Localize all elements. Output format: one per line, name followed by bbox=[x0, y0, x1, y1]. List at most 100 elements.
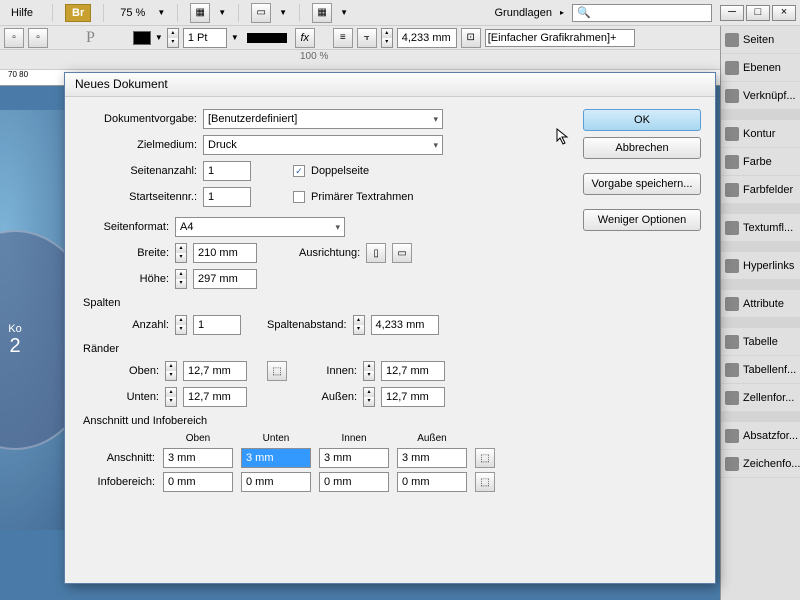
slug-inside-input[interactable]: 0 mm bbox=[319, 472, 389, 492]
label-anschnitt: Anschnitt: bbox=[79, 452, 155, 464]
fewer-options-button[interactable]: Weniger Optionen bbox=[583, 209, 701, 231]
ok-button[interactable]: OK bbox=[583, 109, 701, 131]
label-seiten: Seitenanzahl: bbox=[79, 165, 197, 177]
new-document-dialog: Neues Dokument OK Abbrechen Vorgabe spei… bbox=[64, 72, 716, 584]
measure-input[interactable]: 4,233 mm bbox=[397, 28, 457, 48]
height-input[interactable]: 297 mm bbox=[193, 269, 257, 289]
margin-bottom-input[interactable]: 12,7 mm bbox=[183, 387, 247, 407]
arrange-icon[interactable]: ▦ bbox=[312, 3, 332, 23]
width-spinner[interactable]: ▴▾ bbox=[175, 243, 187, 263]
intent-select[interactable]: Druck bbox=[203, 135, 443, 155]
preset-select[interactable]: [Benutzerdefiniert] bbox=[203, 109, 443, 129]
label-aussen: Außen: bbox=[307, 391, 357, 403]
margin-top-spinner[interactable]: ▴▾ bbox=[165, 361, 177, 381]
textwrap-icon bbox=[725, 221, 739, 235]
pages-icon bbox=[725, 33, 739, 47]
table-icon bbox=[725, 335, 739, 349]
margin-top-input[interactable]: 12,7 mm bbox=[183, 361, 247, 381]
bleed-inside-input[interactable]: 3 mm bbox=[319, 448, 389, 468]
columns-spinner[interactable]: ▴▾ bbox=[175, 315, 187, 335]
margin-inside-input[interactable]: 12,7 mm bbox=[381, 361, 445, 381]
slug-bottom-input[interactable]: 0 mm bbox=[241, 472, 311, 492]
label-spaltenabst: Spaltenabstand: bbox=[267, 319, 347, 331]
bridge-button[interactable]: Br bbox=[65, 4, 91, 22]
fill-swatch[interactable] bbox=[133, 31, 151, 45]
label-doppel: Doppelseite bbox=[311, 165, 369, 177]
cancel-button[interactable]: Abbrechen bbox=[583, 137, 701, 159]
color-icon bbox=[725, 155, 739, 169]
panel-farbfelder[interactable]: Farbfelder bbox=[721, 176, 800, 204]
search-input[interactable]: 🔍 bbox=[572, 4, 712, 22]
bleed-outside-input[interactable]: 3 mm bbox=[397, 448, 467, 468]
facing-checkbox[interactable]: ✓ bbox=[293, 165, 305, 177]
label-unten: Unten: bbox=[79, 391, 159, 403]
fx-icon[interactable]: fx bbox=[295, 28, 315, 48]
tool-icon[interactable]: ▫ bbox=[4, 28, 24, 48]
charstyles-icon bbox=[725, 457, 739, 471]
dialog-buttons: OK Abbrechen Vorgabe speichern... Wenige… bbox=[583, 109, 701, 237]
link-bleed-icon[interactable]: ⬚ bbox=[475, 448, 495, 468]
gutter-spinner[interactable]: ▴▾ bbox=[353, 315, 365, 335]
label-anzahl: Anzahl: bbox=[79, 319, 169, 331]
top-menubar: Hilfe Br 75 %▼ ▦▼ ▭▼ ▦▼ Grundlagen▸ 🔍 ─ … bbox=[0, 0, 800, 26]
margin-bottom-spinner[interactable]: ▴▾ bbox=[165, 387, 177, 407]
portrait-icon[interactable]: ▯ bbox=[366, 243, 386, 263]
maximize-button[interactable]: □ bbox=[746, 5, 770, 21]
close-button[interactable]: × bbox=[772, 5, 796, 21]
panel-farbe[interactable]: Farbe bbox=[721, 148, 800, 176]
measure-spinner[interactable]: ▴▾ bbox=[381, 28, 393, 48]
panel-zeichenfo[interactable]: Zeichenfo... bbox=[721, 450, 800, 478]
panel-verknuepf[interactable]: Verknüpf... bbox=[721, 82, 800, 110]
panel-kontur[interactable]: Kontur bbox=[721, 120, 800, 148]
panel-tabellenf[interactable]: Tabellenf... bbox=[721, 356, 800, 384]
startpage-input[interactable]: 1 bbox=[203, 187, 251, 207]
width-input[interactable]: 210 mm bbox=[193, 243, 257, 263]
pagesize-select[interactable]: A4 bbox=[175, 217, 345, 237]
link-slug-icon[interactable]: ⬚ bbox=[475, 472, 495, 492]
label-ausrichtung: Ausrichtung: bbox=[299, 247, 360, 259]
bleed-bottom-input[interactable]: 3 mm bbox=[241, 448, 311, 468]
columns-input[interactable]: 1 bbox=[193, 315, 241, 335]
slug-outside-input[interactable]: 0 mm bbox=[397, 472, 467, 492]
stroke-spinner[interactable]: ▴▾ bbox=[167, 28, 179, 48]
margin-outside-spinner[interactable]: ▴▾ bbox=[363, 387, 375, 407]
label-innen: Innen: bbox=[307, 365, 357, 377]
link-margins-icon[interactable]: ⬚ bbox=[267, 361, 287, 381]
workspace-switcher[interactable]: Grundlagen bbox=[494, 7, 552, 19]
pages-input[interactable]: 1 bbox=[203, 161, 251, 181]
zoom-level[interactable]: 75 % bbox=[116, 5, 149, 21]
panel-textumfl[interactable]: Textumfl... bbox=[721, 214, 800, 242]
frame-type-icon[interactable]: ⊡ bbox=[461, 28, 481, 48]
gutter-input[interactable]: 4,233 mm bbox=[371, 315, 439, 335]
save-preset-button[interactable]: Vorgabe speichern... bbox=[583, 173, 701, 195]
height-spinner[interactable]: ▴▾ bbox=[175, 269, 187, 289]
control-toolbar: ▫ ▫ P ▼ ▴▾ 1 Pt ▼ fx ≡ ⫟ ▴▾ 4,233 mm ⊡ [… bbox=[0, 26, 800, 50]
margin-outside-input[interactable]: 12,7 mm bbox=[381, 387, 445, 407]
stroke-style[interactable] bbox=[247, 33, 287, 43]
primary-frame-checkbox[interactable] bbox=[293, 191, 305, 203]
align-icon[interactable]: ≡ bbox=[333, 28, 353, 48]
minimize-button[interactable]: ─ bbox=[720, 5, 744, 21]
section-raender: Ränder bbox=[83, 343, 701, 355]
panel-seiten[interactable]: Seiten bbox=[721, 26, 800, 54]
panel-zellenfor[interactable]: Zellenfor... bbox=[721, 384, 800, 412]
panel-tabelle[interactable]: Tabelle bbox=[721, 328, 800, 356]
help-menu[interactable]: Hilfe bbox=[4, 4, 40, 22]
attributes-icon bbox=[725, 297, 739, 311]
tool-icon[interactable]: ▫ bbox=[28, 28, 48, 48]
stroke-weight[interactable]: 1 Pt bbox=[183, 28, 227, 48]
panel-absatzfor[interactable]: Absatzfor... bbox=[721, 422, 800, 450]
bleed-top-input[interactable]: 3 mm bbox=[163, 448, 233, 468]
margin-inside-spinner[interactable]: ▴▾ bbox=[363, 361, 375, 381]
frame-dropdown[interactable]: [Einfacher Grafikrahmen]+ bbox=[485, 29, 635, 47]
screen-mode-icon[interactable]: ▭ bbox=[251, 3, 271, 23]
align-icon[interactable]: ⫟ bbox=[357, 28, 377, 48]
landscape-icon[interactable]: ▭ bbox=[392, 243, 412, 263]
panel-attribute[interactable]: Attribute bbox=[721, 290, 800, 318]
panel-hyperlinks[interactable]: Hyperlinks bbox=[721, 252, 800, 280]
view-options-icon[interactable]: ▦ bbox=[190, 3, 210, 23]
panel-ebenen[interactable]: Ebenen bbox=[721, 54, 800, 82]
hdr-innen: Innen bbox=[319, 433, 389, 444]
slug-top-input[interactable]: 0 mm bbox=[163, 472, 233, 492]
section-spalten: Spalten bbox=[83, 297, 701, 309]
